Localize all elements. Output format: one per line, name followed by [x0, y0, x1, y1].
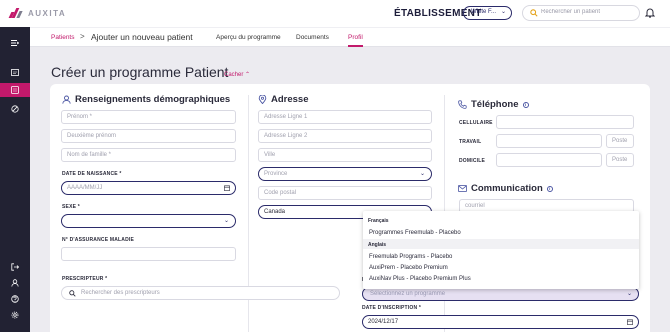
postal-code-field[interactable]: Code postal	[258, 186, 432, 200]
breadcrumb-separator: >	[80, 32, 85, 41]
logo[interactable]: AUXITA	[8, 8, 67, 18]
top-header: AUXITA ÉTABLISSEMENT White F... ⌄	[0, 0, 670, 27]
patient-search[interactable]	[522, 5, 640, 21]
sex-select[interactable]: ⌄	[61, 214, 236, 228]
communication-title-text: Communication	[471, 183, 543, 194]
sidebar-item-programs[interactable]	[0, 83, 30, 97]
chevron-down-icon: ⌄	[419, 171, 425, 177]
logout-button[interactable]	[0, 260, 30, 274]
demographics-title-text: Renseignements démographiques	[75, 94, 231, 105]
user-icon	[11, 279, 19, 287]
help-button[interactable]	[0, 292, 30, 306]
search-input[interactable]	[541, 9, 635, 15]
page-title: Créer un programme Patient	[51, 64, 229, 80]
home-phone-field[interactable]	[496, 153, 602, 167]
calendar-icon[interactable]	[627, 319, 633, 325]
sex-label: SEXE *	[62, 204, 80, 210]
user-profile-button[interactable]	[0, 276, 30, 290]
enrollment-date-value: 2024/12/17	[368, 319, 399, 325]
dropdown-option[interactable]: Freemulab Programs - Placebo	[369, 254, 452, 260]
search-icon	[69, 290, 76, 297]
program-select[interactable]: Sélectionnez un programme ⌄	[362, 287, 639, 301]
middle-name-field[interactable]: Deuxième prénom	[61, 129, 236, 143]
info-icon[interactable]: i	[522, 101, 529, 108]
prescriber-search-field[interactable]: Rechercher des prescripteurs	[61, 286, 340, 300]
health-insurance-label: N° D'ASSURANCE MALADIE	[62, 237, 135, 243]
home-ext-field[interactable]: Poste	[606, 153, 634, 167]
prescriber-placeholder: Rechercher des prescripteurs	[81, 290, 160, 296]
tab-program-overview[interactable]: Aperçu du programme	[216, 34, 281, 41]
calendar-icon[interactable]	[224, 185, 230, 191]
sidebar	[0, 27, 30, 332]
sub-navigation: Patients > Ajouter un nouveau patient Ap…	[30, 27, 670, 47]
program-dropdown-menu: Français Programmes Freemulab - Placebo …	[363, 211, 639, 289]
health-insurance-field[interactable]	[61, 247, 236, 261]
site-select[interactable]: White F... ⌄	[463, 6, 512, 20]
communication-section-title: Communication i	[458, 183, 553, 194]
first-name-field[interactable]: Prénom *	[61, 110, 236, 124]
dob-placeholder: AAAA/MM/JJ	[67, 185, 103, 191]
search-icon	[530, 9, 538, 17]
bell-icon[interactable]	[645, 7, 655, 18]
dropdown-option[interactable]: AuxiNav Plus - Placebo Premium Plus	[369, 276, 471, 282]
address-line1-field[interactable]: Adresse Ligne 1	[258, 110, 432, 124]
home-label: DOMICILE	[459, 158, 486, 164]
phone-section-title: Téléphone i	[458, 99, 529, 110]
gear-icon	[11, 311, 19, 319]
info-icon[interactable]: i	[546, 185, 553, 192]
breadcrumb-patients-link[interactable]: Patients	[51, 34, 75, 41]
phone-title-text: Téléphone	[471, 99, 519, 110]
address-section-title: Adresse	[258, 94, 309, 105]
cell-label: CELLULAIRE	[459, 120, 493, 126]
work-label: TRAVAIL	[459, 139, 482, 145]
chevron-down-icon: ⌄	[223, 218, 229, 224]
enrollment-date-label: DATE D'INSCRIPTION *	[362, 305, 421, 311]
chevron-down-icon: ⌄	[626, 291, 632, 297]
sidebar-item-patients[interactable]	[0, 65, 30, 79]
settings-button[interactable]	[0, 308, 30, 322]
document-icon	[11, 86, 19, 94]
logout-icon	[11, 263, 19, 271]
prescriber-label: PRESCRIPTEUR *	[62, 276, 108, 282]
logo-icon	[8, 8, 24, 18]
folder-icon	[11, 69, 19, 76]
menu-collapse-button[interactable]	[0, 36, 30, 50]
dropdown-option[interactable]: Programmes Freemulab - Placebo	[369, 230, 461, 236]
dropdown-group-english: Anglais	[363, 239, 639, 249]
dropdown-group-french: Français	[368, 218, 389, 224]
sidebar-item-medication[interactable]	[0, 102, 30, 116]
city-field[interactable]: Ville	[258, 148, 432, 162]
dob-label: DATE DE NAISSANCE *	[62, 171, 122, 177]
hide-section-link[interactable]: Cacher ⌃	[224, 71, 250, 78]
address-title-text: Adresse	[271, 94, 309, 105]
tab-profile[interactable]: Profil	[348, 34, 363, 47]
province-select[interactable]: Province ⌄	[258, 167, 432, 181]
dob-field[interactable]: AAAA/MM/JJ	[61, 181, 236, 195]
pill-icon	[11, 105, 19, 113]
menu-icon	[11, 40, 19, 46]
mail-icon	[458, 185, 467, 192]
program-select-placeholder: Sélectionnez un programme	[370, 291, 446, 297]
tab-documents[interactable]: Documents	[296, 34, 329, 41]
address-line2-field[interactable]: Adresse Ligne 2	[258, 129, 432, 143]
chevron-down-icon: ⌄	[500, 9, 506, 15]
location-pin-icon	[258, 95, 267, 104]
cell-phone-field[interactable]	[496, 115, 634, 129]
help-icon	[11, 295, 19, 303]
last-name-field[interactable]: Nom de famille *	[61, 148, 236, 162]
logo-text: AUXITA	[28, 8, 67, 18]
breadcrumb-current: Ajouter un nouveau patient	[91, 32, 193, 42]
work-phone-field[interactable]	[496, 134, 602, 148]
dropdown-option[interactable]: AuxiPrem - Placebo Premium	[369, 265, 448, 271]
work-ext-field[interactable]: Poste	[606, 134, 634, 148]
province-placeholder: Province	[264, 171, 288, 177]
phone-icon	[458, 100, 467, 109]
person-icon	[62, 95, 71, 104]
enrollment-date-field[interactable]: 2024/12/17	[362, 315, 639, 329]
site-select-value: White F...	[471, 9, 497, 15]
demographics-section-title: Renseignements démographiques	[62, 94, 230, 105]
